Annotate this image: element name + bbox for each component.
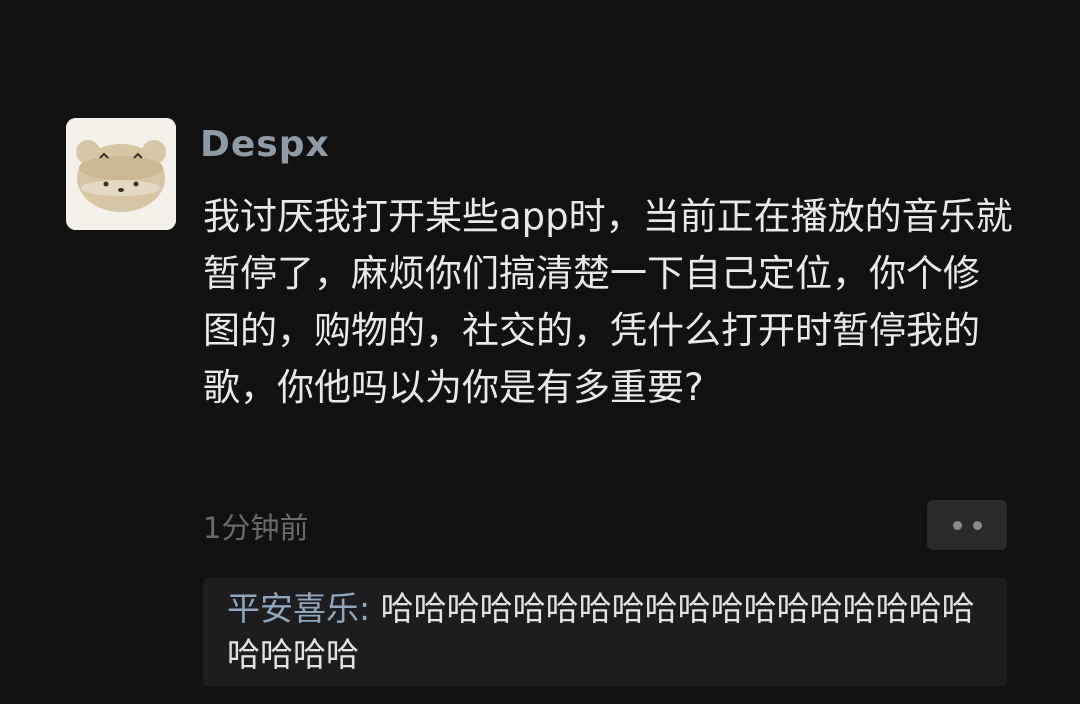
- reply-separator: :: [359, 589, 381, 628]
- avatar[interactable]: [66, 118, 176, 230]
- reply-author[interactable]: 平安喜乐: [227, 589, 359, 628]
- more-dots-icon: [952, 520, 962, 530]
- more-button[interactable]: [927, 500, 1007, 550]
- bear-avatar-icon: [66, 118, 176, 230]
- timestamp: 1分钟前: [203, 511, 309, 545]
- reply-item[interactable]: 平安喜乐: 哈哈哈哈哈哈哈哈哈哈哈哈哈哈哈哈哈哈哈哈哈哈: [203, 578, 1007, 686]
- username[interactable]: Despx: [200, 124, 330, 165]
- reply-content: 平安喜乐: 哈哈哈哈哈哈哈哈哈哈哈哈哈哈哈哈哈哈哈哈哈哈: [227, 586, 987, 678]
- more-dots-icon: [972, 520, 982, 530]
- post-message: 我讨厌我打开某些app时，当前正在播放的音乐就暂停了，麻烦你们搞清楚一下自己定位…: [203, 195, 1013, 409]
